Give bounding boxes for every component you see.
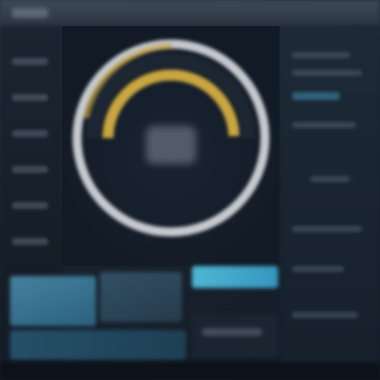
top-bar [0,0,380,26]
gauge-panel [62,26,280,266]
sidebar-item[interactable] [12,94,48,101]
info-line [292,266,344,272]
info-line [292,226,362,232]
stat-card[interactable] [10,276,96,326]
sidebar [0,26,62,380]
gauge-value [146,126,196,164]
info-line [292,312,358,318]
right-panel [280,26,380,380]
sidebar-item[interactable] [12,202,48,209]
dashboard-screen [0,0,380,380]
sidebar-item[interactable] [12,166,48,173]
info-line [292,52,350,58]
stat-card[interactable] [10,330,186,360]
info-accent [292,92,340,100]
sidebar-item[interactable] [12,238,48,245]
stat-card[interactable] [192,314,278,358]
sidebar-item[interactable] [12,130,48,137]
stat-card[interactable] [100,272,182,322]
accent-bar[interactable] [192,266,278,288]
bottom-bar [0,362,380,380]
app-logo [12,8,48,18]
sidebar-item[interactable] [12,58,48,65]
info-line [292,122,356,128]
stat-value [202,328,262,336]
info-line [292,70,362,76]
info-line [310,176,350,182]
